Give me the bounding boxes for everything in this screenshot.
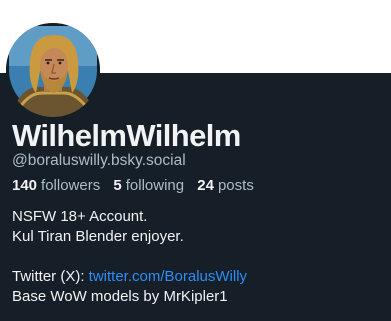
- posts-label: posts: [217, 177, 254, 194]
- profile-bio: NSFW 18+ Account. Kul Tiran Blender enjo…: [12, 207, 247, 307]
- following-count: 5: [113, 177, 122, 194]
- bio-line: Base WoW models by MrKipler1: [12, 288, 228, 305]
- twitter-link[interactable]: twitter.com/BoralusWilly: [89, 268, 247, 285]
- avatar-icon: [6, 23, 100, 117]
- bio-blank-line: [12, 247, 247, 267]
- twitter-label: Twitter (X):: [12, 268, 89, 285]
- display-name: WilhelmWilhelm: [12, 118, 241, 153]
- posts-stat: 24 posts: [197, 177, 254, 194]
- followers-count: 140: [12, 177, 38, 194]
- following-label: following: [125, 177, 185, 194]
- bio-twitter-line: Twitter (X): twitter.com/BoralusWilly: [12, 267, 247, 287]
- bio-line: Kul Tiran Blender enjoyer.: [12, 228, 184, 245]
- posts-count: 24: [197, 177, 214, 194]
- handle: @boraluswilly.bsky.social: [12, 152, 186, 169]
- followers-stat[interactable]: 140 followers: [12, 177, 100, 194]
- avatar[interactable]: [6, 23, 100, 117]
- bio-line: NSFW 18+ Account.: [12, 208, 148, 225]
- followers-label: followers: [41, 177, 101, 194]
- following-stat[interactable]: 5 following: [113, 177, 184, 194]
- profile-stats: 140 followers 5 following 24 posts: [12, 177, 263, 194]
- profile-page: WilhelmWilhelm @boraluswilly.bsky.social…: [0, 0, 391, 321]
